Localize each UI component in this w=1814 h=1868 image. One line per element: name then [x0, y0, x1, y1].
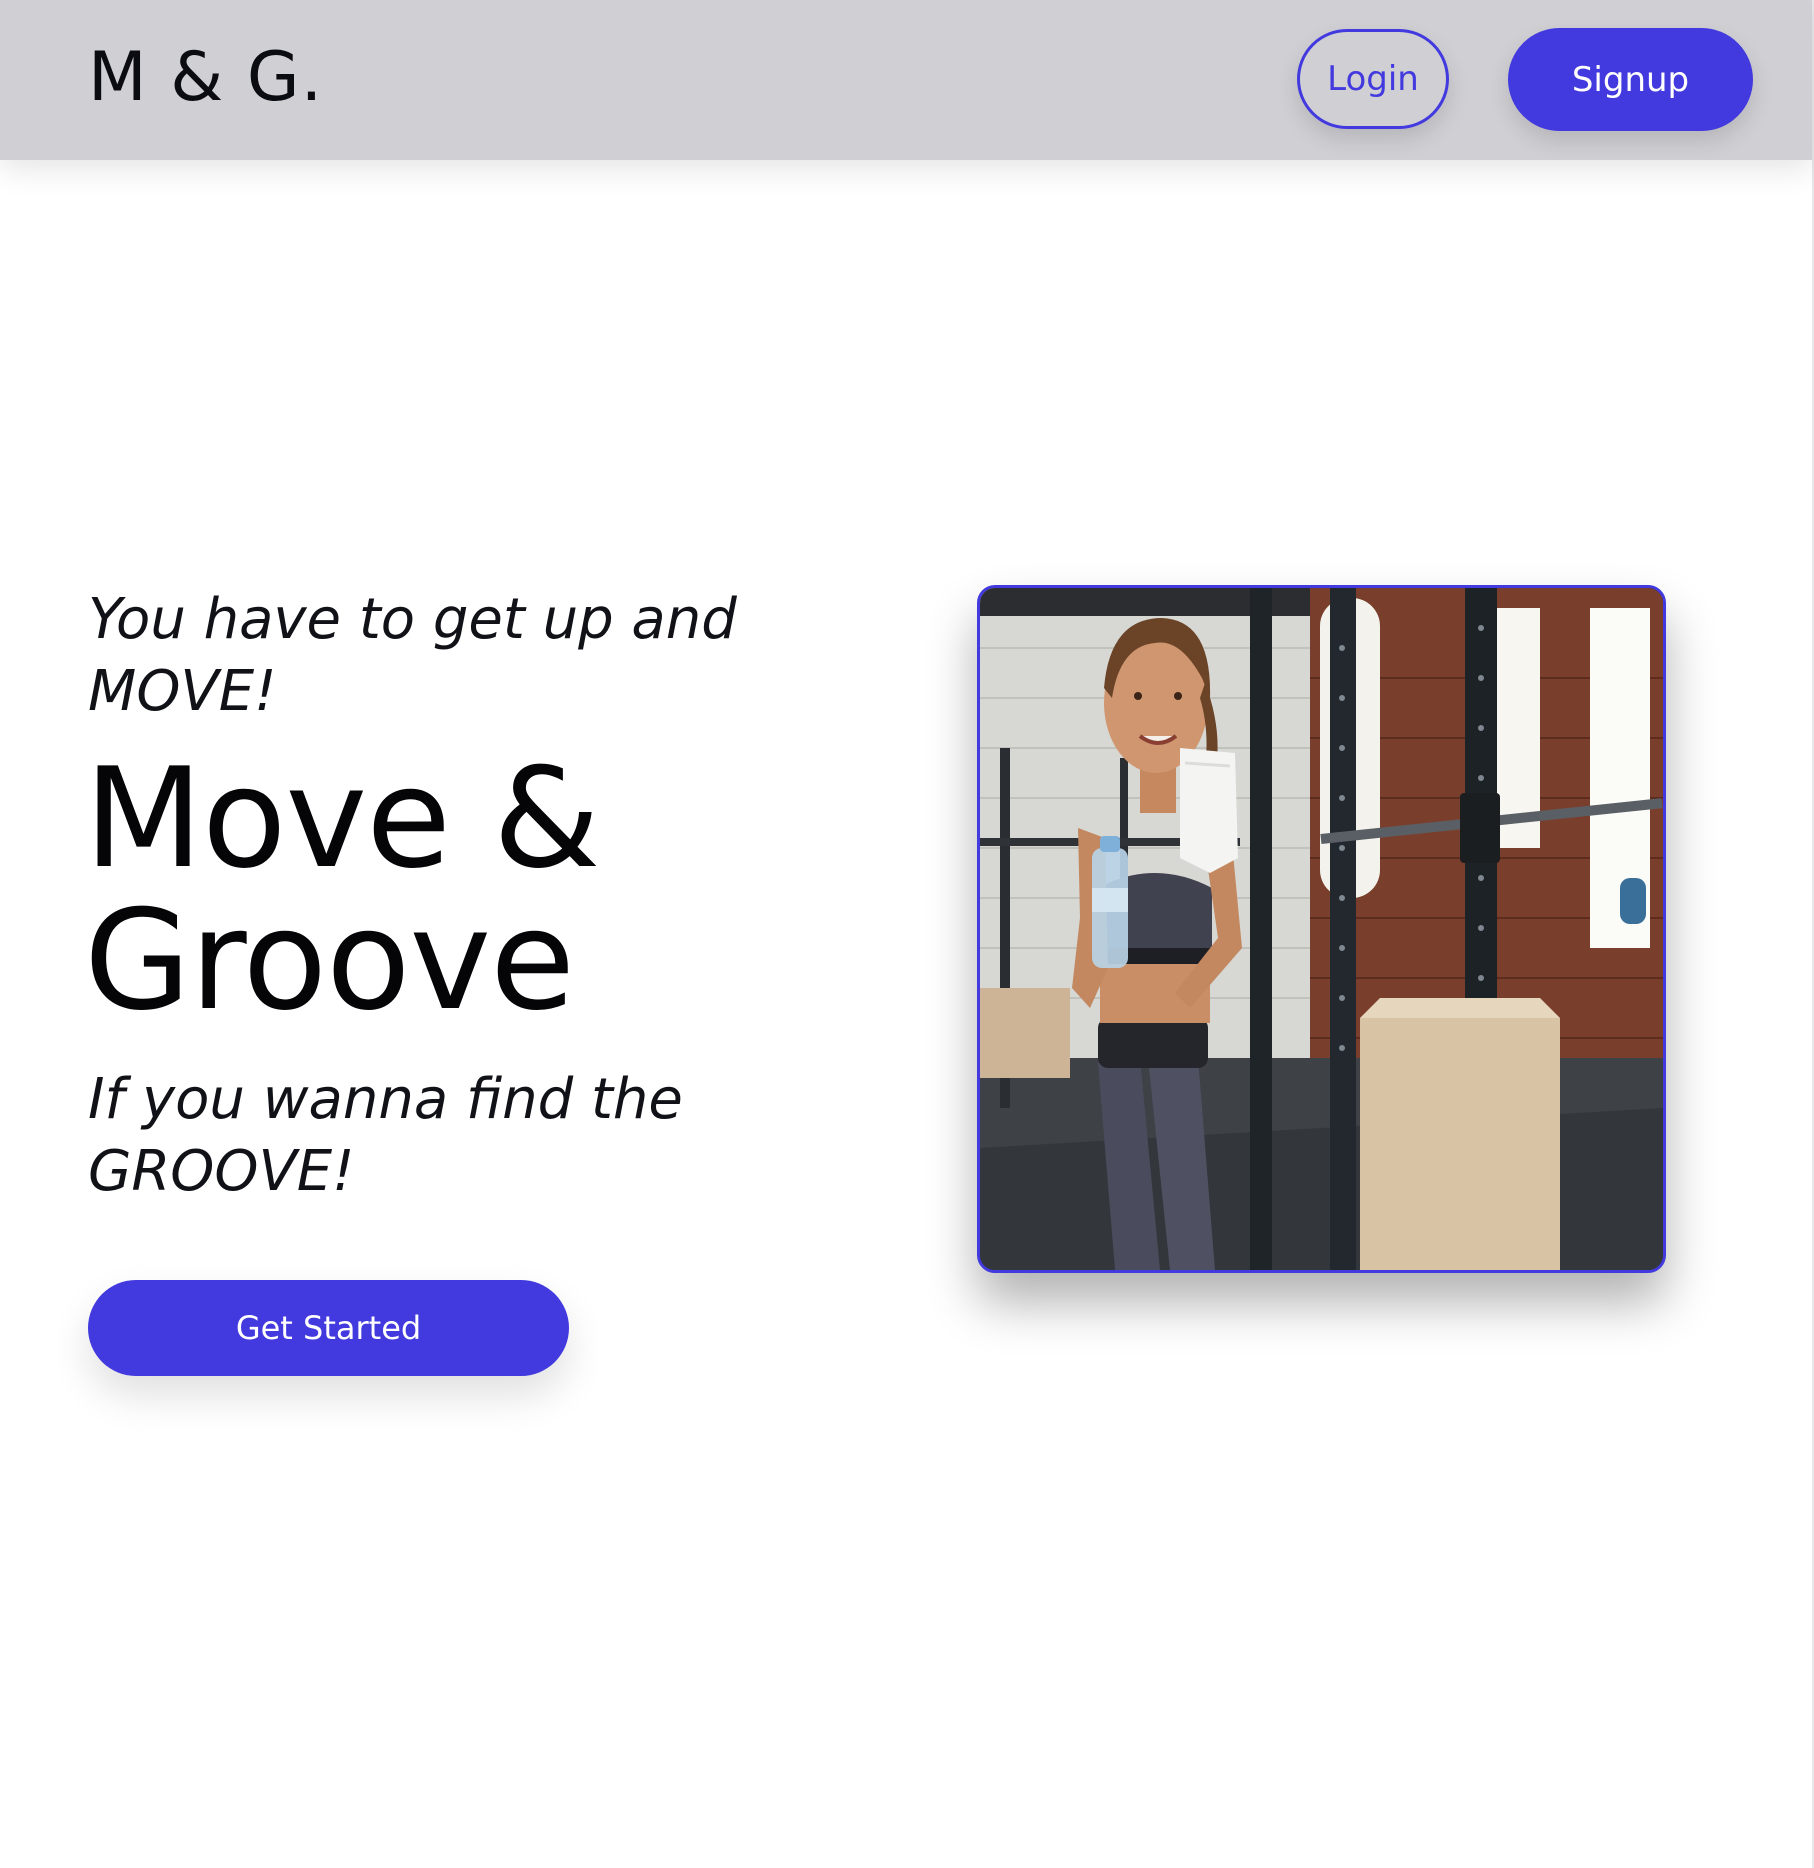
hero-tagline-top: You have to get up and MOVE!: [88, 587, 737, 724]
login-button[interactable]: Login: [1297, 29, 1449, 129]
hero-image: [977, 585, 1666, 1273]
hero-title-line-2: Groove: [84, 880, 575, 1041]
hero-title-line-1: Move &: [84, 738, 601, 899]
signup-button[interactable]: Signup: [1508, 28, 1753, 131]
gym-photo-illustration: [980, 588, 1663, 1270]
landing-page: M & G. Login Signup You have to get up a…: [0, 0, 1814, 1868]
site-logo[interactable]: M & G.: [88, 38, 323, 117]
get-started-button[interactable]: Get Started: [88, 1280, 569, 1376]
hero-title: Move & Groove: [84, 748, 844, 1032]
top-navbar: M & G. Login Signup: [0, 0, 1812, 160]
hero-tagline-bottom: If you wanna find the GROOVE!: [88, 1067, 683, 1204]
